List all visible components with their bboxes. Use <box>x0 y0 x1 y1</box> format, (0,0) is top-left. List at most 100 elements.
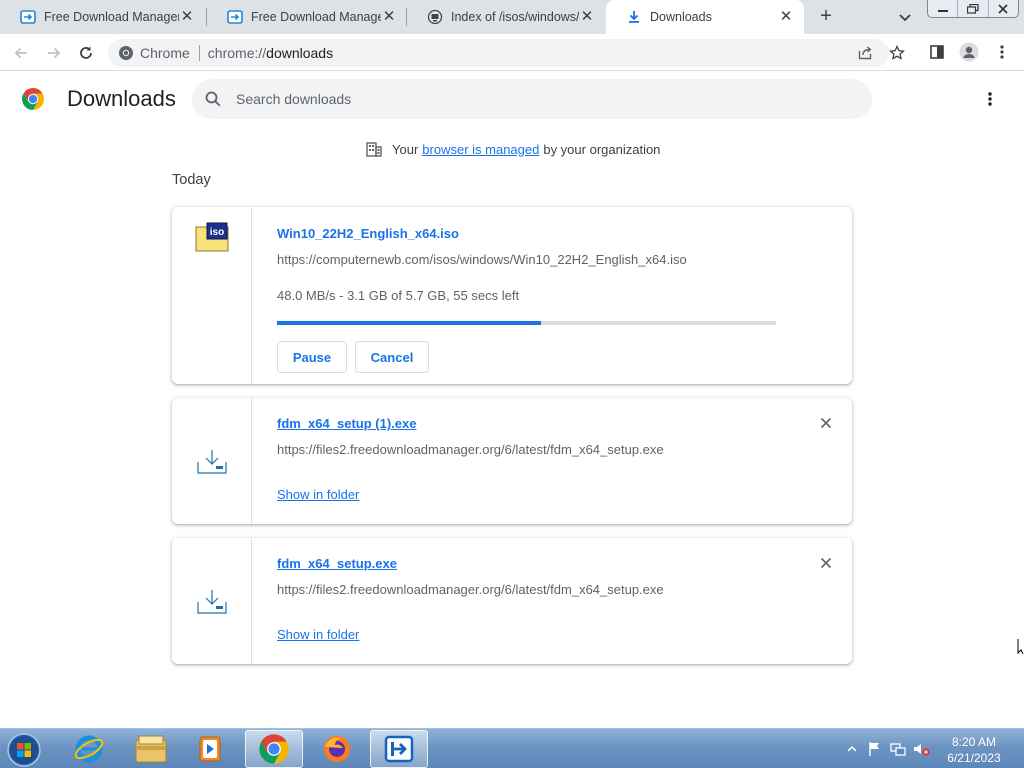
restore-button[interactable] <box>958 0 989 17</box>
browser-managed-link[interactable]: browser is managed <box>422 142 539 157</box>
site-chip[interactable]: Chrome <box>108 45 190 61</box>
show-in-folder-link[interactable]: Show in folder <box>277 627 359 642</box>
iso-file-icon: iso <box>195 222 229 252</box>
taskbar-media-player[interactable] <box>181 730 239 768</box>
managed-prefix: Your <box>392 141 419 157</box>
show-in-folder-link[interactable]: Show in folder <box>277 487 359 502</box>
volume-muted-icon[interactable] <box>911 739 931 759</box>
reload-icon <box>80 46 92 59</box>
show-hidden-icons-icon[interactable] <box>842 739 862 759</box>
fdm-icon <box>20 9 36 25</box>
download-filename[interactable]: fdm_x64_setup.exe <box>277 556 397 571</box>
back-button[interactable] <box>9 41 33 65</box>
forward-arrow-icon <box>48 47 61 59</box>
clock-date: 6/21/2023 <box>947 751 1001 765</box>
url-scheme: chrome:// <box>207 45 267 61</box>
managed-suffix: by your organization <box>543 141 661 157</box>
remove-icon[interactable] <box>818 415 834 431</box>
clock-time: 8:20 AM <box>951 735 997 749</box>
chrome-logo-icon <box>21 87 45 111</box>
search-icon <box>205 91 221 107</box>
mouse-cursor-icon <box>1017 639 1024 655</box>
windows-taskbar: 8:20 AM 6/21/2023 <box>0 728 1024 768</box>
back-arrow-icon <box>14 47 27 59</box>
managed-notice: Your browser is managed by your organiza… <box>365 140 660 158</box>
tab-title: Downloads <box>650 10 712 24</box>
action-center-flag-icon[interactable] <box>865 739 885 759</box>
download-url[interactable]: https://files2.freedownloadmanager.org/6… <box>277 442 664 457</box>
search-input[interactable] <box>236 91 836 107</box>
download-icon <box>626 9 642 25</box>
download-progress-bar <box>277 321 776 325</box>
browser-toolbar: Chrome chrome://downloads <box>0 34 1024 71</box>
forward-button[interactable] <box>42 41 66 65</box>
file-icon-column <box>172 398 252 524</box>
tab-strip: Free Download Manager ✕ Free Download Ma… <box>0 0 1024 34</box>
tab-title: Index of /isos/windows/ <box>451 10 579 24</box>
download-item-active: iso Win10_22H2_English_x64.iso https://c… <box>172 207 852 384</box>
download-item: fdm_x64_setup.exe https://files2.freedow… <box>172 538 852 664</box>
file-explorer-icon <box>135 735 167 763</box>
url-text[interactable]: chrome://downloads <box>208 45 333 61</box>
fdm-icon <box>227 9 243 25</box>
download-url[interactable]: https://files2.freedownloadmanager.org/6… <box>277 582 664 597</box>
system-tray <box>842 729 934 768</box>
new-tab-button[interactable]: + <box>815 6 837 28</box>
tab-free-download-manager-2[interactable]: Free Download Manager ✕ <box>207 0 407 34</box>
start-button[interactable] <box>4 731 44 768</box>
windows-start-icon <box>7 733 41 767</box>
close-icon[interactable]: ✕ <box>381 9 397 25</box>
close-icon[interactable]: ✕ <box>579 9 595 25</box>
file-icon-column <box>172 538 252 664</box>
chrome-icon <box>259 734 289 764</box>
close-icon[interactable]: ✕ <box>778 9 794 25</box>
chrome-icon <box>119 46 133 60</box>
network-icon[interactable] <box>888 739 908 759</box>
address-bar[interactable]: Chrome chrome://downloads <box>108 39 905 67</box>
page-title: Downloads <box>67 86 176 111</box>
taskbar-file-explorer[interactable] <box>122 730 180 768</box>
tab-title: Free Download Manager <box>251 10 381 24</box>
cancel-button[interactable]: Cancel <box>355 341 429 373</box>
iso-label: iso <box>210 227 224 238</box>
tab-index-of-isos[interactable]: Index of /isos/windows/ ✕ <box>407 0 605 34</box>
tab-search-icon[interactable] <box>896 8 914 26</box>
window-controls <box>927 0 1019 18</box>
date-header: Today <box>172 172 211 188</box>
remove-icon[interactable] <box>818 555 834 571</box>
building-icon <box>366 142 382 157</box>
close-icon[interactable]: ✕ <box>179 9 195 25</box>
file-icon-column: iso <box>172 207 252 384</box>
minimize-button[interactable] <box>928 0 959 17</box>
firefox-icon <box>324 736 350 762</box>
more-actions-icon[interactable] <box>980 88 1000 110</box>
computernewb-icon <box>427 9 443 25</box>
fdm-icon <box>384 735 414 763</box>
download-status: 48.0 MB/s - 3.1 GB of 5.7 GB, 55 secs le… <box>277 288 520 303</box>
search-downloads[interactable] <box>192 79 872 119</box>
internet-explorer-icon <box>74 735 104 763</box>
download-filename[interactable]: Win10_22H2_English_x64.iso <box>277 226 459 241</box>
taskbar-internet-explorer[interactable] <box>60 730 118 768</box>
share-icon[interactable] <box>856 44 874 62</box>
close-window-button[interactable] <box>989 0 1018 17</box>
reload-button[interactable] <box>74 41 98 65</box>
taskbar-firefox[interactable] <box>308 730 366 768</box>
taskbar-free-download-manager[interactable] <box>370 730 428 768</box>
tab-title: Free Download Manager <box>44 10 179 24</box>
tab-downloads[interactable]: Downloads ✕ <box>606 0 804 34</box>
download-file-icon <box>197 590 227 614</box>
chrome-menu-icon[interactable] <box>992 42 1012 62</box>
download-file-icon <box>197 450 227 474</box>
site-chip-label: Chrome <box>140 45 190 61</box>
download-filename[interactable]: fdm_x64_setup (1).exe <box>277 416 416 431</box>
taskbar-clock[interactable]: 8:20 AM 6/21/2023 <box>940 734 1008 766</box>
bookmark-star-icon[interactable] <box>888 44 906 62</box>
tab-free-download-manager-1[interactable]: Free Download Manager ✕ <box>0 0 205 34</box>
download-url[interactable]: https://computernewb.com/isos/windows/Wi… <box>277 252 687 267</box>
taskbar-chrome[interactable] <box>245 730 303 768</box>
profile-avatar-icon[interactable] <box>959 42 979 62</box>
side-panel-icon[interactable] <box>927 42 947 62</box>
pause-button[interactable]: Pause <box>277 341 347 373</box>
download-item: fdm_x64_setup (1).exe https://files2.fre… <box>172 398 852 524</box>
